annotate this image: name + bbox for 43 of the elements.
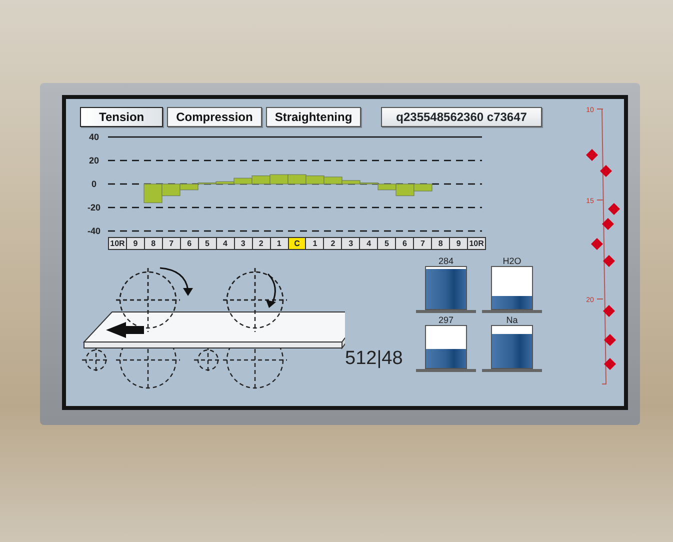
position-cell: 9 bbox=[126, 238, 145, 249]
axis-label: -40 bbox=[88, 226, 100, 236]
position-cell: 4 bbox=[216, 238, 235, 249]
tank-base bbox=[482, 369, 542, 372]
position-cell: 7 bbox=[414, 238, 432, 249]
position-cell: 8 bbox=[432, 238, 450, 249]
position-cell: 1 bbox=[306, 238, 324, 249]
tab-button[interactable]: Straightening bbox=[266, 107, 362, 127]
position-cell: 7 bbox=[162, 238, 181, 249]
profile-bar bbox=[306, 175, 324, 184]
profile-bar bbox=[270, 174, 288, 184]
tank-base bbox=[416, 310, 476, 313]
position-cell: 9 bbox=[450, 238, 468, 249]
axis-label: -20 bbox=[88, 202, 100, 212]
position-cell: 3 bbox=[342, 238, 360, 249]
axis-label: 40 bbox=[89, 132, 99, 142]
position-cell: 3 bbox=[234, 238, 253, 249]
axis-label: 0 bbox=[92, 179, 96, 189]
axis-label: 20 bbox=[89, 156, 99, 166]
position-cell: 8 bbox=[144, 238, 163, 249]
position-cell: 6 bbox=[396, 238, 414, 249]
roll-reading: 512|48 bbox=[345, 348, 404, 370]
tab-button[interactable]: Compression bbox=[167, 107, 262, 127]
position-cell: 6 bbox=[180, 238, 199, 249]
position-cell: 2 bbox=[324, 238, 342, 249]
position-cell: 10R bbox=[468, 238, 486, 249]
profile-bar bbox=[288, 174, 306, 184]
position-cell: 5 bbox=[198, 238, 217, 249]
status-code: q235548562360 c73647 bbox=[381, 107, 542, 127]
profile-bar bbox=[252, 175, 270, 184]
position-cell: 1 bbox=[270, 238, 289, 249]
tank-label: 284 bbox=[438, 256, 454, 266]
tank-label: Na bbox=[506, 315, 518, 325]
tank-base bbox=[416, 369, 476, 372]
position-cell: 4 bbox=[360, 238, 378, 249]
tab-button[interactable]: Tension bbox=[80, 107, 164, 127]
position-cell: 5 bbox=[378, 238, 396, 249]
tank-base bbox=[482, 310, 542, 313]
position-cell: C bbox=[288, 238, 306, 249]
tank-label: 297 bbox=[438, 315, 454, 325]
position-cell: 10R bbox=[109, 238, 127, 249]
tank-label: H2O bbox=[502, 256, 522, 266]
position-cell: 2 bbox=[252, 238, 271, 249]
